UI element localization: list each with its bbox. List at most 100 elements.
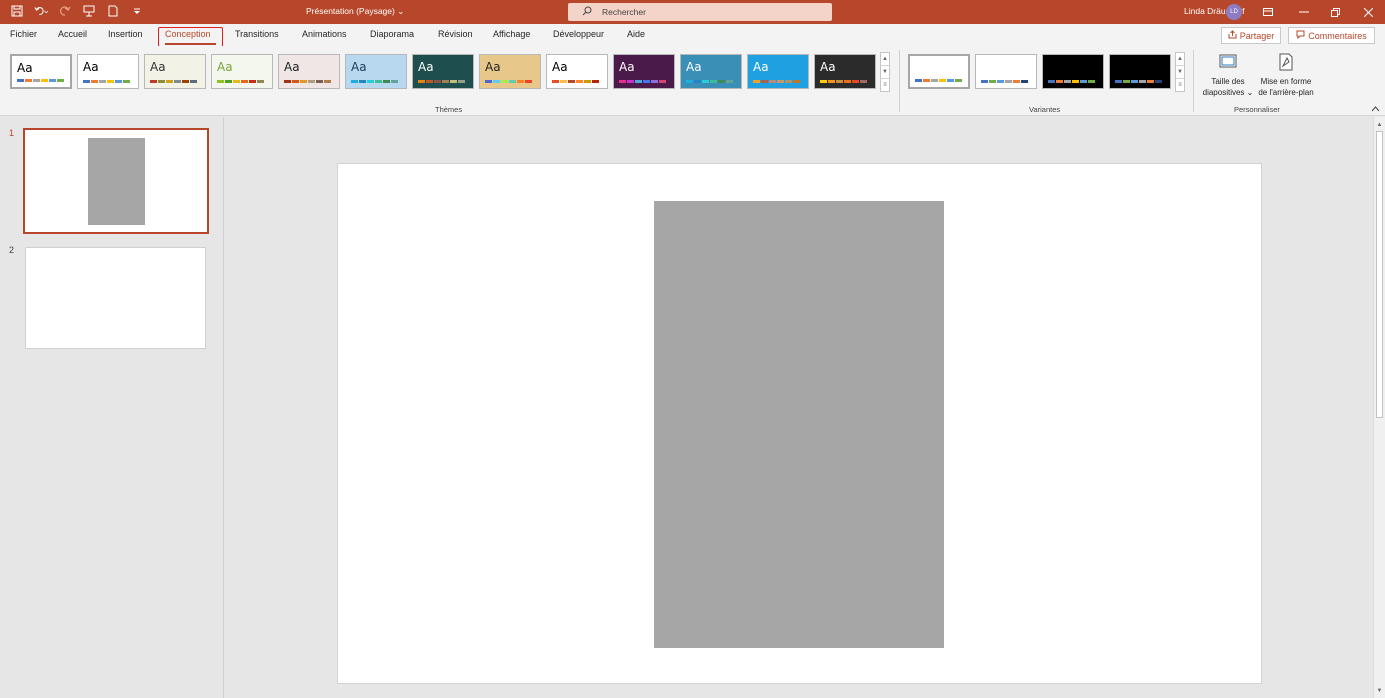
color-swatch — [324, 80, 331, 83]
theme-item[interactable]: Aa — [747, 54, 809, 89]
comment-icon — [1296, 30, 1305, 41]
color-swatch — [501, 80, 508, 83]
color-swatch — [836, 80, 843, 83]
gallery-more-icon[interactable]: ≡ — [1176, 79, 1184, 91]
chevron-down-icon[interactable]: ▼ — [881, 66, 889, 79]
scrollbar-thumb[interactable] — [1376, 131, 1383, 418]
theme-item[interactable]: Aa — [211, 54, 273, 89]
document-title[interactable]: Présentation (Paysage) ⌄ — [306, 6, 404, 17]
tab-transitions[interactable]: Transitions — [235, 29, 279, 39]
color-swatch — [115, 80, 122, 83]
redo-icon[interactable] — [58, 3, 72, 19]
new-document-icon[interactable] — [106, 3, 120, 19]
color-swatch — [493, 80, 500, 83]
theme-item[interactable]: Aa — [10, 54, 72, 89]
slide-size-button[interactable]: Taille des diapositives ⌄ — [1198, 50, 1258, 98]
color-swatch — [241, 80, 248, 83]
variants-gallery-scroll[interactable]: ▲ ▼ ≡ — [1175, 52, 1185, 92]
group-divider — [899, 50, 900, 112]
color-swatch — [1005, 80, 1012, 83]
collapse-ribbon-icon[interactable] — [1371, 104, 1380, 114]
tab-developpeur[interactable]: Développeur — [553, 29, 604, 39]
tab-diaporama[interactable]: Diaporama — [370, 29, 414, 39]
theme-item[interactable]: Aa — [680, 54, 742, 89]
scroll-up-icon[interactable]: ▲ — [1374, 119, 1385, 130]
variant-item[interactable] — [975, 54, 1037, 89]
slide-thumbnail-2[interactable] — [25, 247, 206, 349]
color-swatch — [1147, 80, 1154, 83]
color-swatch — [233, 80, 240, 83]
chevron-up-icon[interactable]: ▲ — [1176, 53, 1184, 66]
chevron-down-icon[interactable]: ▼ — [1176, 66, 1184, 79]
theme-item[interactable]: Aa — [345, 54, 407, 89]
avatar[interactable]: LD — [1226, 4, 1242, 20]
color-swatch — [844, 80, 851, 83]
color-swatch — [785, 80, 792, 83]
color-swatch — [182, 80, 189, 83]
color-swatch — [359, 80, 366, 83]
theme-item[interactable]: Aa — [278, 54, 340, 89]
current-slide[interactable] — [337, 163, 1262, 684]
theme-color-swatches — [552, 80, 599, 83]
themes-gallery-scroll[interactable]: ▲ ▼ ≡ — [880, 52, 890, 92]
undo-icon[interactable] — [34, 3, 48, 19]
tab-revision[interactable]: Révision — [438, 29, 473, 39]
restore-button[interactable] — [1320, 3, 1350, 21]
color-swatch — [375, 80, 382, 83]
gallery-more-icon[interactable]: ≡ — [881, 79, 889, 91]
slide-number: 1 — [9, 128, 15, 138]
color-swatch — [828, 80, 835, 83]
tab-conception[interactable]: Conception — [165, 29, 211, 39]
color-swatch — [923, 79, 930, 82]
color-swatch — [434, 80, 441, 83]
customize-qat-icon[interactable] — [130, 3, 144, 19]
color-swatch — [777, 80, 784, 83]
chevron-up-icon[interactable]: ▲ — [881, 53, 889, 66]
color-swatch — [351, 80, 358, 83]
comments-button[interactable]: Commentaires — [1288, 27, 1375, 44]
presentation-start-icon[interactable] — [82, 3, 96, 19]
format-background-icon — [1275, 52, 1297, 72]
tab-aide[interactable]: Aide — [627, 29, 645, 39]
theme-sample-text: Aa — [17, 61, 33, 75]
variant-item[interactable] — [1042, 54, 1104, 89]
vertical-scrollbar[interactable]: ▲ ▼ — [1373, 117, 1385, 698]
tab-insertion[interactable]: Insertion — [108, 29, 143, 39]
theme-item[interactable]: Aa — [479, 54, 541, 89]
format-background-label-line2: de l'arrière-plan — [1258, 88, 1314, 97]
share-label: Partager — [1239, 30, 1275, 41]
share-button[interactable]: Partager — [1221, 27, 1281, 44]
variant-item[interactable] — [908, 54, 970, 89]
tab-animations[interactable]: Animations — [302, 29, 347, 39]
minimize-button[interactable] — [1289, 3, 1319, 21]
color-swatch — [989, 80, 996, 83]
save-icon[interactable] — [10, 3, 24, 19]
theme-item[interactable]: Aa — [412, 54, 474, 89]
rectangle-shape[interactable] — [654, 201, 944, 648]
theme-item[interactable]: Aa — [546, 54, 608, 89]
color-swatch — [997, 80, 1004, 83]
color-swatch — [1056, 80, 1063, 83]
search-input[interactable]: Rechercher — [568, 3, 832, 21]
ribbon-tabs: Fichier Accueil Insertion Conception Tra… — [0, 24, 1385, 47]
tab-accueil[interactable]: Accueil — [58, 29, 87, 39]
color-swatch — [686, 80, 693, 83]
format-background-button[interactable]: Mise en forme de l'arrière-plan — [1256, 50, 1316, 98]
color-swatch — [166, 80, 173, 83]
theme-item[interactable]: Aa — [613, 54, 675, 89]
tab-affichage[interactable]: Affichage — [493, 29, 530, 39]
quick-access-toolbar — [10, 3, 144, 19]
ribbon-display-options-button[interactable] — [1253, 3, 1283, 21]
theme-item[interactable]: Aa — [77, 54, 139, 89]
color-swatch — [225, 80, 232, 83]
theme-color-swatches — [485, 80, 532, 83]
theme-item[interactable]: Aa — [814, 54, 876, 89]
close-button[interactable] — [1353, 3, 1383, 21]
theme-item[interactable]: Aa — [144, 54, 206, 89]
variant-item[interactable] — [1109, 54, 1171, 89]
tab-fichier[interactable]: Fichier — [10, 29, 37, 39]
variant-color-swatches — [1115, 80, 1162, 83]
scroll-down-icon[interactable]: ▼ — [1374, 685, 1385, 696]
color-swatch — [158, 80, 165, 83]
slide-thumbnail-1[interactable] — [23, 128, 209, 234]
